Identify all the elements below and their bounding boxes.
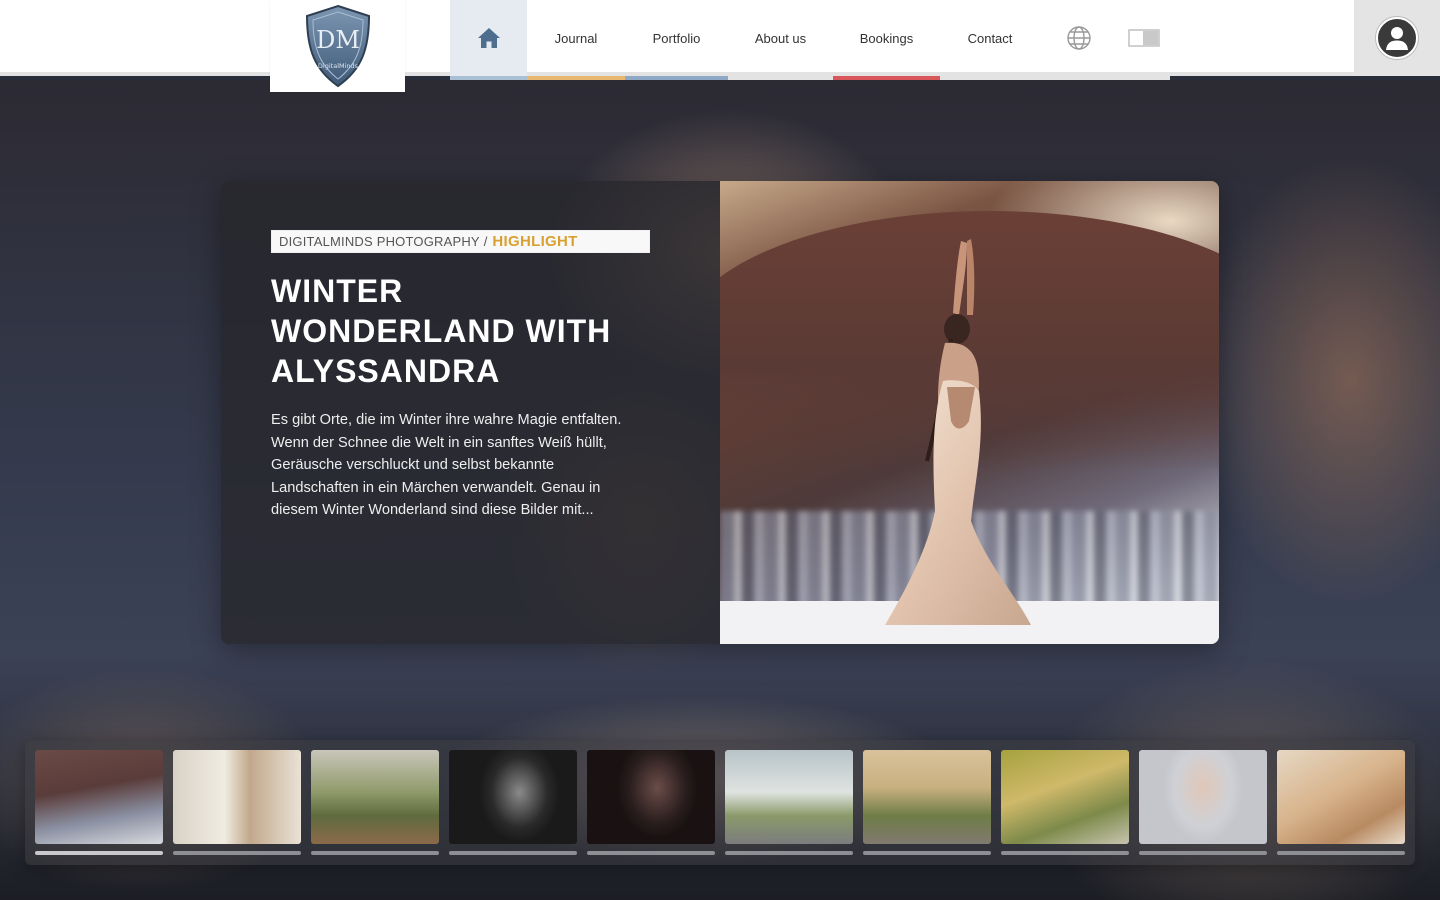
thumb-red-dress-garden[interactable] [863,750,991,844]
svg-text:DigitalMinds: DigitalMinds [317,62,358,70]
thumbnail-progress-bar [173,851,301,855]
thumb-studio-portrait[interactable] [1139,750,1267,844]
thumbnail-progress-bar [449,851,577,855]
language-button[interactable] [1040,0,1118,80]
nav-bookings[interactable]: Bookings [833,0,940,80]
theme-toggle-icon [1128,29,1160,47]
thumbnail-progress-bar [587,851,715,855]
article-title[interactable]: WINTER WONDERLAND WITH ALYSSANDRA [271,271,641,391]
thumb-red-dress-street[interactable] [725,750,853,844]
nav-journal[interactable]: Journal [527,0,625,80]
nav-home[interactable] [450,0,527,80]
thumb-candle-portrait[interactable] [1277,750,1405,844]
shield-logo-icon: DM DigitalMinds [305,4,370,88]
theme-toggle[interactable] [1118,0,1170,80]
thumbnail-progress-bar [1277,851,1405,855]
main-nav: Journal Portfolio About us Bookings Cont… [450,0,1170,80]
thumbnail-progress-bar [35,851,163,855]
photo-model-figure [885,239,1031,625]
thumbnail-progress-bar [863,851,991,855]
thumbnail-progress-bar [1139,851,1267,855]
site-header: Journal Portfolio About us Bookings Cont… [0,0,1440,80]
user-icon [1376,17,1418,59]
globe-icon [1067,26,1091,50]
highlight-card[interactable]: DIGITALMINDS PHOTOGRAPHY / HIGHLIGHT WIN… [221,181,1219,644]
thumb-dark-portrait[interactable] [587,750,715,844]
breadcrumb-separator: / [483,234,488,249]
breadcrumb-category[interactable]: HIGHLIGHT [492,233,577,250]
article-excerpt: Es gibt Orte, die im Winter ihre wahre M… [271,412,622,518]
breadcrumb-site[interactable]: DIGITALMINDS PHOTOGRAPHY [279,234,480,249]
highlight-photo[interactable] [720,181,1219,644]
thumb-water-splash[interactable] [1001,750,1129,844]
thumb-vineyard-terrace[interactable] [311,750,439,844]
highlight-text: DIGITALMINDS PHOTOGRAPHY / HIGHLIGHT WIN… [271,230,651,522]
thumbnail-progress-bar [725,851,853,855]
nav-contact[interactable]: Contact [940,0,1040,80]
user-menu[interactable] [1354,0,1440,76]
thumb-window-portrait[interactable] [173,750,301,844]
site-logo[interactable]: DM DigitalMinds [270,0,405,92]
thumbnail-strip [25,740,1415,865]
breadcrumb: DIGITALMINDS PHOTOGRAPHY / HIGHLIGHT [271,230,650,253]
home-icon [477,28,500,48]
nav-portfolio[interactable]: Portfolio [625,0,728,80]
thumbnail-progress-bar [311,851,439,855]
thumbnail-progress-bar [1001,851,1129,855]
nav-about-us[interactable]: About us [728,0,833,80]
thumb-bw-portrait[interactable] [449,750,577,844]
thumb-winter-wonderland[interactable] [35,750,163,844]
svg-text:DM: DM [316,26,360,54]
